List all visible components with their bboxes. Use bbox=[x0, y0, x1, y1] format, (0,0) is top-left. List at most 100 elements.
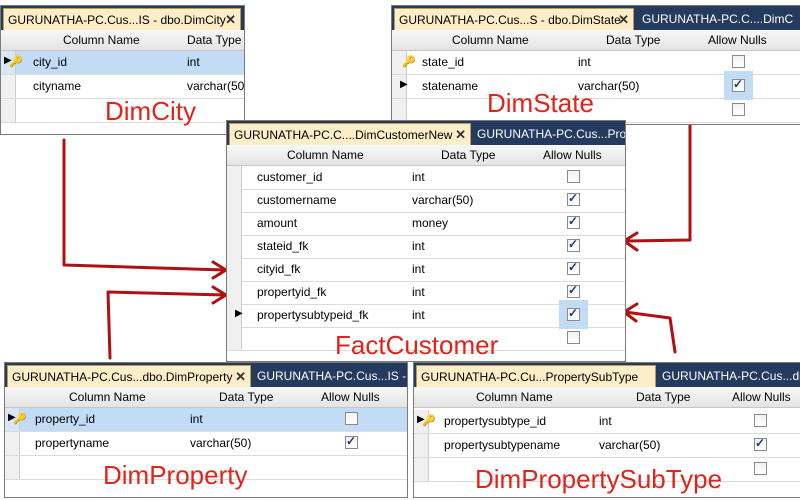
allow-nulls-checkbox[interactable] bbox=[567, 260, 580, 275]
column-name-cell[interactable]: propertyid_fk bbox=[257, 285, 326, 299]
tab-other[interactable]: GURUNATHA-PC.Cus...Prope bbox=[473, 123, 625, 145]
allow-nulls-checkbox[interactable] bbox=[567, 237, 580, 252]
table-row[interactable]: cityid_fk int bbox=[227, 258, 625, 282]
primary-key-icon: 🔑 bbox=[13, 413, 27, 425]
table-row[interactable]: ▶ 🔑 property_id int bbox=[5, 408, 407, 432]
column-name-cell[interactable]: property_id bbox=[35, 412, 95, 426]
column-name-cell[interactable]: amount bbox=[257, 216, 297, 230]
allow-nulls-checkbox[interactable] bbox=[567, 331, 580, 344]
data-type-cell[interactable]: varchar(50) bbox=[190, 436, 251, 450]
tab-dimcity[interactable]: GURUNATHA-PC.Cus...IS - dbo.DimCity ✕ bbox=[3, 8, 241, 30]
data-type-cell[interactable]: int bbox=[412, 170, 425, 184]
header-allow-nulls: Allow Nulls bbox=[543, 148, 602, 162]
column-name-cell[interactable]: customer_id bbox=[257, 170, 322, 184]
allow-nulls-checkbox[interactable] bbox=[754, 414, 767, 427]
label-dimstate: DimState bbox=[487, 88, 594, 118]
row-selector[interactable] bbox=[227, 258, 242, 281]
allow-nulls-checkbox[interactable] bbox=[732, 55, 745, 68]
table-row[interactable]: customername varchar(50) bbox=[227, 189, 625, 213]
tab-label: GURUNATHA-PC.Cus...dbo bbox=[662, 369, 800, 383]
row-selector[interactable] bbox=[227, 212, 242, 235]
tab-dimproperty[interactable]: GURUNATHA-PC.Cus...dbo.DimProperty ✕ bbox=[7, 365, 251, 387]
allow-nulls-checkbox[interactable] bbox=[567, 306, 580, 321]
row-selector[interactable] bbox=[414, 458, 429, 481]
data-type-cell[interactable]: int bbox=[412, 239, 425, 253]
data-type-cell[interactable]: int bbox=[412, 308, 425, 322]
tab-other[interactable]: GURUNATHA-PC.Cus...IS - d bbox=[253, 365, 407, 387]
table-row[interactable]: propertyname varchar(50) bbox=[5, 432, 407, 456]
table-row[interactable]: ▶ statename varchar(50) bbox=[392, 75, 800, 99]
header-column-name: Column Name bbox=[69, 390, 146, 404]
tab-dimcustomernew[interactable]: GURUNATHA-PC.C....DimCustomerNew ✕ bbox=[229, 123, 471, 145]
data-type-cell[interactable]: int bbox=[187, 55, 200, 69]
row-selector[interactable] bbox=[227, 327, 242, 350]
column-name-cell[interactable]: propertysubtype_id bbox=[444, 414, 546, 428]
table-row[interactable]: propertysubtypename varchar(50) bbox=[414, 434, 800, 458]
table-row[interactable]: ▶ propertysubtypeid_fk int bbox=[227, 304, 625, 328]
allow-nulls-checkbox[interactable] bbox=[567, 214, 580, 229]
column-name-cell[interactable]: state_id bbox=[422, 55, 464, 69]
data-type-cell[interactable]: varchar(50) bbox=[599, 438, 660, 452]
data-type-cell[interactable]: money bbox=[412, 216, 448, 230]
column-name-cell[interactable]: propertysubtypename bbox=[444, 438, 560, 452]
header-data-type: Data Type bbox=[187, 33, 242, 47]
table-row[interactable]: propertyid_fk int bbox=[227, 281, 625, 305]
allow-nulls-checkbox[interactable] bbox=[345, 412, 358, 425]
column-name-cell[interactable]: city_id bbox=[33, 55, 67, 69]
row-pointer-icon: ▶ bbox=[235, 308, 243, 319]
column-name-cell[interactable]: customername bbox=[257, 193, 336, 207]
label-factcustomer: FactCustomer bbox=[335, 330, 499, 360]
table-row[interactable]: customer_id int bbox=[227, 166, 625, 190]
table-row[interactable]: 🔑 state_id int bbox=[392, 51, 800, 75]
data-type-cell[interactable]: int bbox=[578, 55, 591, 69]
data-type-cell[interactable]: int bbox=[412, 285, 425, 299]
column-name-cell[interactable]: statename bbox=[422, 79, 478, 93]
factcustomer-panel: GURUNATHA-PC.C....DimCustomerNew ✕ GURUN… bbox=[226, 120, 626, 362]
row-selector[interactable] bbox=[392, 99, 407, 122]
data-type-cell[interactable]: int bbox=[190, 412, 203, 426]
column-name-cell[interactable]: cityname bbox=[33, 79, 81, 93]
close-icon[interactable]: ✕ bbox=[618, 9, 629, 30]
column-name-cell[interactable]: cityid_fk bbox=[257, 262, 300, 276]
data-type-cell[interactable]: int bbox=[599, 414, 612, 428]
row-selector[interactable] bbox=[5, 432, 20, 455]
allow-nulls-checkbox[interactable] bbox=[754, 462, 767, 475]
column-name-cell[interactable]: propertyname bbox=[35, 436, 109, 450]
data-type-cell[interactable]: varchar(50) bbox=[187, 79, 244, 93]
allow-nulls-checkbox[interactable] bbox=[754, 436, 767, 451]
row-selector[interactable] bbox=[227, 189, 242, 212]
column-name-cell[interactable]: stateid_fk bbox=[257, 239, 308, 253]
row-selector[interactable] bbox=[227, 281, 242, 304]
tab-other[interactable]: GURUNATHA-PC.Cus...dbo bbox=[658, 365, 800, 387]
tab-dimstate[interactable]: GURUNATHA-PC.Cus...S - dbo.DimState ✕ bbox=[394, 8, 634, 30]
header-allow-nulls: Allow Nulls bbox=[708, 33, 767, 47]
close-icon[interactable]: ✕ bbox=[455, 124, 466, 145]
allow-nulls-checkbox[interactable] bbox=[732, 77, 745, 92]
data-type-cell[interactable]: varchar(50) bbox=[412, 193, 473, 207]
allow-nulls-checkbox[interactable] bbox=[345, 434, 358, 449]
row-selector[interactable] bbox=[414, 434, 429, 457]
table-row[interactable]: stateid_fk int bbox=[227, 235, 625, 259]
column-name-cell[interactable]: propertysubtypeid_fk bbox=[257, 308, 368, 322]
table-row[interactable]: ▶ 🔑 city_id int bbox=[1, 51, 244, 75]
row-selector[interactable] bbox=[1, 75, 16, 98]
table-row[interactable]: amount money bbox=[227, 212, 625, 236]
table-row[interactable]: ▶ 🔑 propertysubtype_id int bbox=[414, 410, 800, 434]
row-selector[interactable] bbox=[227, 235, 242, 258]
close-icon[interactable]: ✕ bbox=[225, 9, 236, 30]
tab-strip: GURUNATHA-PC.C....DimCustomerNew ✕ GURUN… bbox=[227, 121, 625, 145]
row-selector[interactable] bbox=[5, 456, 20, 479]
close-icon[interactable]: ✕ bbox=[235, 366, 246, 387]
data-type-cell[interactable]: int bbox=[412, 262, 425, 276]
primary-key-icon: 🔑 bbox=[9, 56, 23, 68]
allow-nulls-checkbox[interactable] bbox=[732, 103, 745, 116]
allow-nulls-checkbox[interactable] bbox=[567, 191, 580, 206]
tab-label: GURUNATHA-PC.Cus...S - dbo.DimState bbox=[399, 13, 621, 27]
label-dimpropertysubtype: DimPropertySubType bbox=[475, 464, 723, 494]
tab-other[interactable]: GURUNATHA-PC.C....DimC bbox=[638, 8, 800, 30]
allow-nulls-checkbox[interactable] bbox=[567, 283, 580, 298]
row-selector[interactable] bbox=[1, 99, 16, 122]
tab-dimpropertysubtype[interactable]: GURUNATHA-PC.Cu...PropertySubType bbox=[416, 365, 656, 387]
allow-nulls-checkbox[interactable] bbox=[567, 170, 580, 183]
row-selector[interactable] bbox=[227, 166, 242, 189]
